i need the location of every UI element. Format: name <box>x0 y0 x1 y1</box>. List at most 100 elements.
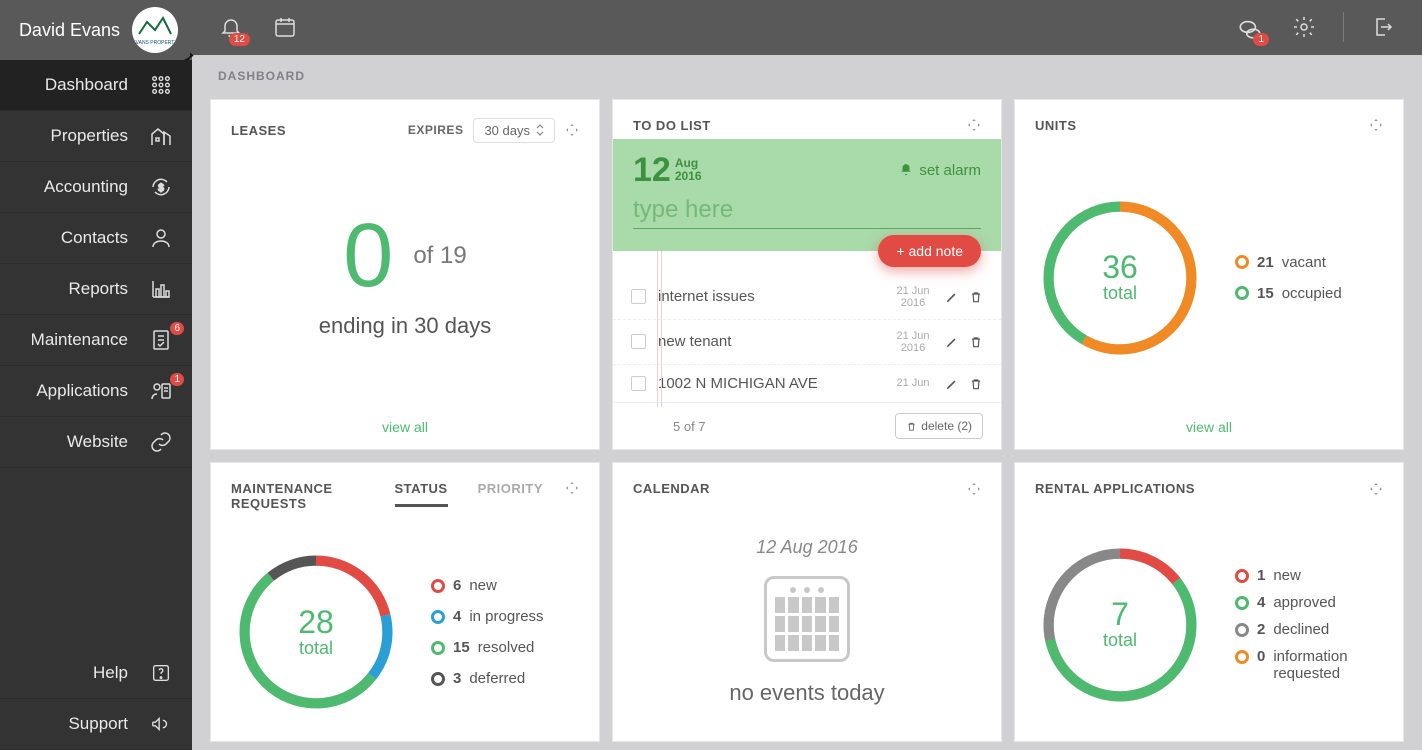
todo-list: internet issues 21 Jun2016 new tenant 21… <box>613 251 1001 449</box>
todo-checkbox[interactable] <box>631 289 646 304</box>
sidebar-item-contacts[interactable]: Contacts <box>0 213 192 264</box>
sidebar-item-help[interactable]: Help <box>0 648 192 699</box>
divider <box>1343 12 1344 42</box>
maintenance-donut-chart: 28 total <box>231 547 401 717</box>
drag-handle-icon[interactable] <box>565 481 579 495</box>
trash-icon[interactable] <box>969 290 983 304</box>
leases-of-total: of 19 <box>413 242 466 270</box>
drag-handle-icon[interactable] <box>1369 118 1383 132</box>
buildings-icon <box>148 124 174 148</box>
calendar-date: 12 Aug 2016 <box>756 537 857 558</box>
svg-text:$: $ <box>158 183 164 194</box>
card-title: RENTAL APPLICATIONS <box>1035 481 1195 496</box>
sidebar-item-maintenance[interactable]: Maintenance 6 <box>0 315 192 366</box>
view-all-link[interactable]: view all <box>211 411 599 449</box>
notifications-button[interactable]: 12 <box>216 12 246 42</box>
todo-text: new tenant <box>658 333 881 350</box>
legend-item: 3deferred <box>431 670 544 687</box>
drag-handle-icon[interactable] <box>967 118 981 132</box>
sidebar-item-label: Help <box>93 663 128 683</box>
drag-handle-icon[interactable] <box>1369 482 1383 496</box>
expires-label: EXPIRES <box>408 123 464 137</box>
trash-icon[interactable] <box>969 335 983 349</box>
tab-priority[interactable]: PRIORITY <box>478 481 543 507</box>
sidebar-item-label: Applications <box>36 381 128 401</box>
bell-icon <box>899 163 913 177</box>
legend-item: 2declined <box>1235 621 1363 638</box>
sidebar-item-properties[interactable]: Properties <box>0 111 192 162</box>
maintenance-total-label: total <box>299 638 333 659</box>
notification-badge: 12 <box>229 33 250 46</box>
chat-button[interactable]: 1 <box>1235 12 1265 42</box>
sidebar-footer: Help Support <box>0 648 192 750</box>
units-donut-chart: 36 total <box>1035 193 1205 363</box>
legend-item: 0information requested <box>1235 648 1363 682</box>
card-title: TO DO LIST <box>633 118 711 133</box>
sidebar-item-dashboard[interactable]: Dashboard <box>0 60 192 111</box>
sidebar-item-support[interactable]: Support <box>0 699 192 750</box>
view-all-link[interactable]: view all <box>1015 411 1403 449</box>
delete-label: delete (2) <box>921 419 972 433</box>
legend-item: 4in progress <box>431 608 544 625</box>
sidebar-item-label: Contacts <box>61 228 128 248</box>
todo-item: new tenant 21 Jun2016 <box>613 320 1001 365</box>
edit-icon[interactable] <box>945 377 959 391</box>
drag-handle-icon[interactable] <box>967 482 981 496</box>
company-logo[interactable]: EVANS PROPERTY <box>132 7 178 53</box>
chevron-sort-icon <box>536 124 544 136</box>
legend-item: 15resolved <box>431 639 544 656</box>
money-cycle-icon: $ <box>148 175 174 199</box>
sidebar-item-website[interactable]: Website <box>0 417 192 468</box>
units-total: 36 <box>1102 251 1138 283</box>
card-title: UNITS <box>1035 118 1077 133</box>
rental-donut-chart: 7 total <box>1035 540 1205 710</box>
calendar-button[interactable] <box>270 12 300 42</box>
todo-checkbox[interactable] <box>631 334 646 349</box>
range-select[interactable]: 30 days <box>473 118 555 143</box>
megaphone-icon <box>148 713 174 735</box>
trash-icon <box>906 421 917 432</box>
set-alarm-button[interactable]: set alarm <box>899 162 981 179</box>
todo-count: 5 of 7 <box>631 419 895 434</box>
tab-status[interactable]: STATUS <box>395 481 448 507</box>
document-check-icon: 6 <box>148 328 174 352</box>
no-events-label: no events today <box>729 680 884 706</box>
chat-badge: 1 <box>1253 33 1269 46</box>
svg-text:EVANS PROPERTY: EVANS PROPERTY <box>135 40 175 46</box>
trash-icon[interactable] <box>969 377 983 391</box>
sidebar-item-label: Reports <box>68 279 128 299</box>
dashboard-grid: LEASES EXPIRES 30 days 0 of 19 ending in… <box>192 91 1422 750</box>
help-icon <box>148 662 174 684</box>
sidebar-item-reports[interactable]: Reports <box>0 264 192 315</box>
breadcrumb: DASHBOARD <box>192 55 1422 91</box>
todo-checkbox[interactable] <box>631 376 646 391</box>
units-legend: 21vacant 15occupied <box>1235 254 1342 302</box>
edit-icon[interactable] <box>945 290 959 304</box>
range-select-value: 30 days <box>484 123 530 138</box>
todo-input[interactable] <box>633 190 981 229</box>
settings-button[interactable] <box>1289 12 1319 42</box>
logout-button[interactable] <box>1368 12 1398 42</box>
sidebar-item-label: Accounting <box>44 177 128 197</box>
main: 12 1 DASHBOARD LEASES <box>192 0 1422 750</box>
rental-total-label: total <box>1103 630 1137 651</box>
drag-handle-icon[interactable] <box>565 123 579 137</box>
todo-card: TO DO LIST 12 Aug 2016 set alarm <box>612 99 1002 450</box>
sidebar-item-applications[interactable]: Applications 1 <box>0 366 192 417</box>
bar-chart-icon <box>148 277 174 301</box>
legend-item: 21vacant <box>1235 254 1342 271</box>
delete-selected-button[interactable]: delete (2) <box>895 413 983 439</box>
sidebar-item-label: Support <box>68 714 128 734</box>
edit-icon[interactable] <box>945 335 959 349</box>
card-title-line2: REQUESTS <box>231 496 333 511</box>
set-alarm-label: set alarm <box>919 162 981 179</box>
todo-day: 12 <box>633 151 671 190</box>
legend-item: 15occupied <box>1235 285 1342 302</box>
sidebar-item-accounting[interactable]: Accounting $ <box>0 162 192 213</box>
sidebar-nav: Dashboard Properties Accounting $ Contac… <box>0 60 192 648</box>
leases-card: LEASES EXPIRES 30 days 0 of 19 ending in… <box>210 99 600 450</box>
units-card: UNITS 36 total <box>1014 99 1404 450</box>
todo-year: 2016 <box>675 170 702 183</box>
sidebar: David Evans EVANS PROPERTY Dashboard Pro… <box>0 0 192 750</box>
link-icon <box>148 430 174 454</box>
